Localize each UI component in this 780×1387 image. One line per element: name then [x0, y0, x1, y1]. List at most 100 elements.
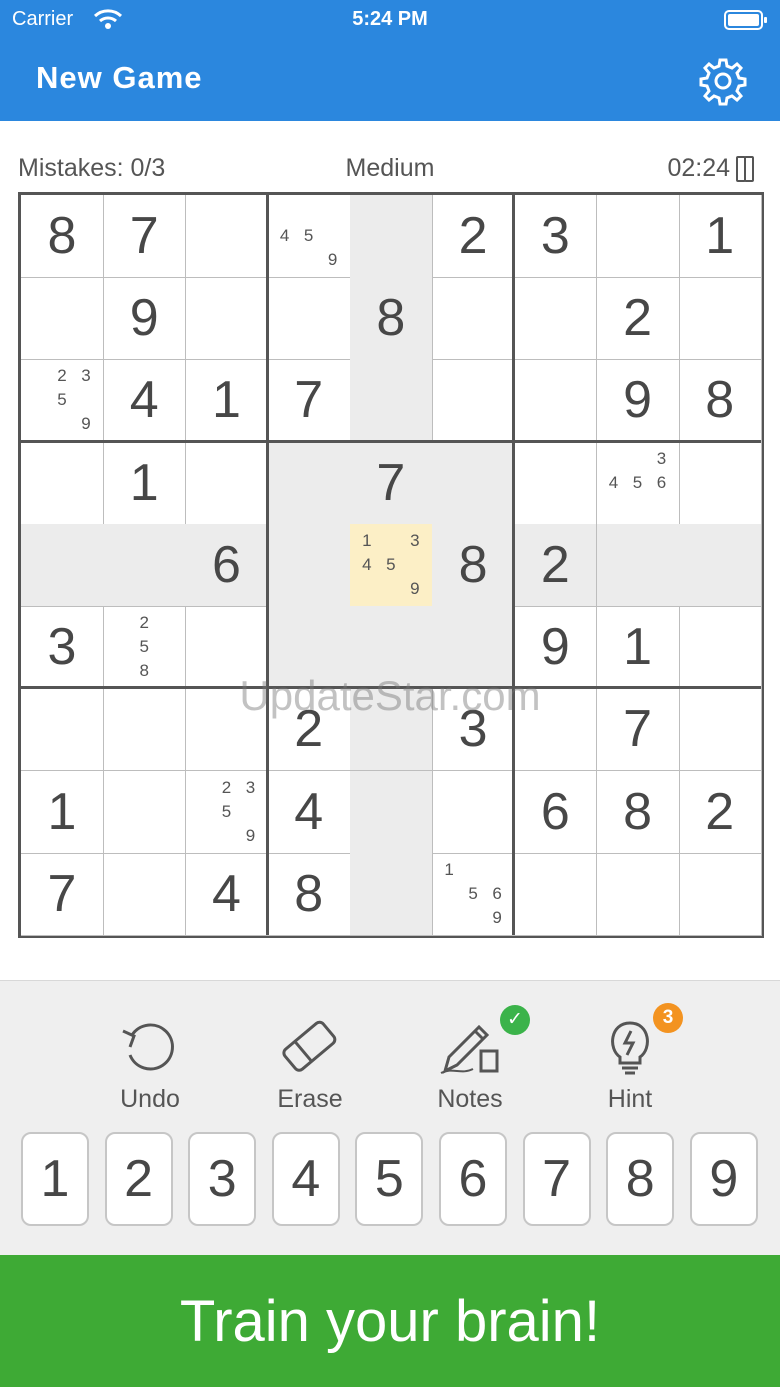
board-cell[interactable]: 8	[678, 359, 762, 443]
board-cell[interactable]	[267, 441, 351, 525]
board-cell[interactable]	[678, 688, 762, 772]
board-cell[interactable]	[21, 523, 104, 607]
board-cell[interactable]: 4	[267, 770, 351, 854]
board-cell[interactable]: 1	[185, 359, 269, 443]
board-cell[interactable]: 2	[267, 688, 351, 772]
board-cell[interactable]	[432, 606, 516, 690]
board-cell[interactable]: 4	[103, 359, 187, 443]
board-cell[interactable]: 7	[21, 852, 104, 936]
board-cell[interactable]	[21, 688, 104, 772]
board-cell[interactable]	[103, 852, 187, 936]
board-cell[interactable]: 1	[21, 770, 104, 854]
number-button[interactable]: 5	[355, 1132, 424, 1226]
board-cell[interactable]	[349, 852, 433, 936]
board-cell[interactable]	[21, 277, 104, 361]
board-cell[interactable]: 8	[267, 852, 351, 936]
board-cell[interactable]: 1 3 459	[349, 523, 433, 607]
board-cell[interactable]: 8	[596, 770, 680, 854]
board-cell[interactable]	[596, 852, 680, 936]
number-button[interactable]: 3	[188, 1132, 257, 1226]
undo-button[interactable]: Undo	[90, 1017, 210, 1117]
board-cell[interactable]: 3	[432, 688, 516, 772]
board-cell[interactable]	[678, 441, 762, 525]
board-cell[interactable]	[678, 852, 762, 936]
board-cell[interactable]	[514, 359, 598, 443]
board-cell[interactable]	[596, 195, 680, 278]
board-cell[interactable]	[432, 441, 516, 525]
board-cell[interactable]	[514, 852, 598, 936]
board-cell[interactable]: 8	[21, 195, 104, 278]
erase-button[interactable]: Erase	[250, 1017, 370, 1117]
board-cell[interactable]: 1569	[432, 852, 516, 936]
number-button[interactable]: 4	[271, 1132, 340, 1226]
number-button[interactable]: 7	[522, 1132, 591, 1226]
board-cell[interactable]: 2	[432, 195, 516, 278]
board-cell[interactable]: 8	[432, 523, 516, 607]
board-cell[interactable]	[678, 277, 762, 361]
board-cell[interactable]	[514, 277, 598, 361]
board-cell[interactable]: 2	[678, 770, 762, 854]
board-cell[interactable]: 2359	[21, 359, 104, 443]
board-cell[interactable]	[514, 688, 598, 772]
board-cell[interactable]: 2	[514, 523, 598, 607]
board-cell[interactable]: 459	[267, 195, 351, 278]
board-cell[interactable]	[21, 441, 104, 525]
board-cell[interactable]: 3	[21, 606, 104, 690]
board-cell[interactable]: 7	[267, 359, 351, 443]
board-cell[interactable]	[185, 441, 269, 525]
board-cell[interactable]	[349, 606, 433, 690]
number-button[interactable]: 2	[104, 1132, 173, 1226]
board-cell[interactable]: 2 5 8	[103, 606, 187, 690]
board-cell[interactable]	[349, 195, 433, 278]
board-cell[interactable]	[103, 688, 187, 772]
board-cell[interactable]	[185, 195, 269, 278]
board-cell[interactable]: 7	[596, 688, 680, 772]
undo-label: Undo	[120, 1085, 180, 1113]
board-cell[interactable]	[596, 523, 680, 607]
board-cell[interactable]	[267, 523, 351, 607]
board-cell[interactable]: 7	[103, 195, 187, 278]
board-cell[interactable]: 1	[103, 441, 187, 525]
board-cell[interactable]: 6	[514, 770, 598, 854]
number-button[interactable]: 8	[606, 1132, 675, 1226]
board-cell[interactable]	[185, 688, 269, 772]
board-cell[interactable]: 9	[596, 359, 680, 443]
number-button[interactable]: 1	[21, 1132, 89, 1226]
number-button[interactable]: 6	[439, 1132, 507, 1226]
number-button[interactable]: 9	[689, 1132, 758, 1226]
board-cell[interactable]	[185, 277, 269, 361]
gear-icon[interactable]	[698, 56, 748, 106]
board-cell[interactable]: 4	[185, 852, 269, 936]
cell-value	[679, 524, 761, 606]
board-cell[interactable]	[678, 523, 762, 607]
board-cell[interactable]: 3 456	[596, 441, 680, 525]
board-cell[interactable]	[103, 770, 187, 854]
board-cell[interactable]: 9	[514, 606, 598, 690]
board-cell[interactable]: 7	[349, 441, 433, 525]
cell-note: 9	[410, 578, 420, 598]
cell-value	[514, 688, 596, 770]
board-cell[interactable]	[514, 441, 598, 525]
board-cell[interactable]	[678, 606, 762, 690]
board-cell[interactable]: 8	[349, 277, 433, 361]
board-cell[interactable]	[349, 359, 433, 443]
board-cell[interactable]: 1	[678, 195, 762, 278]
promo-banner[interactable]: Train your brain!	[0, 1255, 780, 1387]
pause-icon[interactable]	[736, 156, 754, 182]
board-cell[interactable]: 2	[596, 277, 680, 361]
board-cell[interactable]: 6	[185, 523, 269, 607]
board-cell[interactable]	[349, 770, 433, 854]
board-cell[interactable]	[267, 606, 351, 690]
board-cell[interactable]	[432, 770, 516, 854]
board-cell[interactable]: 9	[103, 277, 187, 361]
board-cell[interactable]	[267, 277, 351, 361]
board-cell[interactable]	[103, 523, 187, 607]
board-cell[interactable]	[432, 359, 516, 443]
board-cell[interactable]	[349, 688, 433, 772]
board-cell[interactable]	[185, 606, 269, 690]
board-cell[interactable]: 3	[514, 195, 598, 278]
board-cell[interactable]: 1	[596, 606, 680, 690]
board-cell[interactable]	[432, 277, 516, 361]
app-header: Carrier 5:24 PM New Game	[0, 0, 780, 121]
board-cell[interactable]: 2359	[185, 770, 269, 854]
